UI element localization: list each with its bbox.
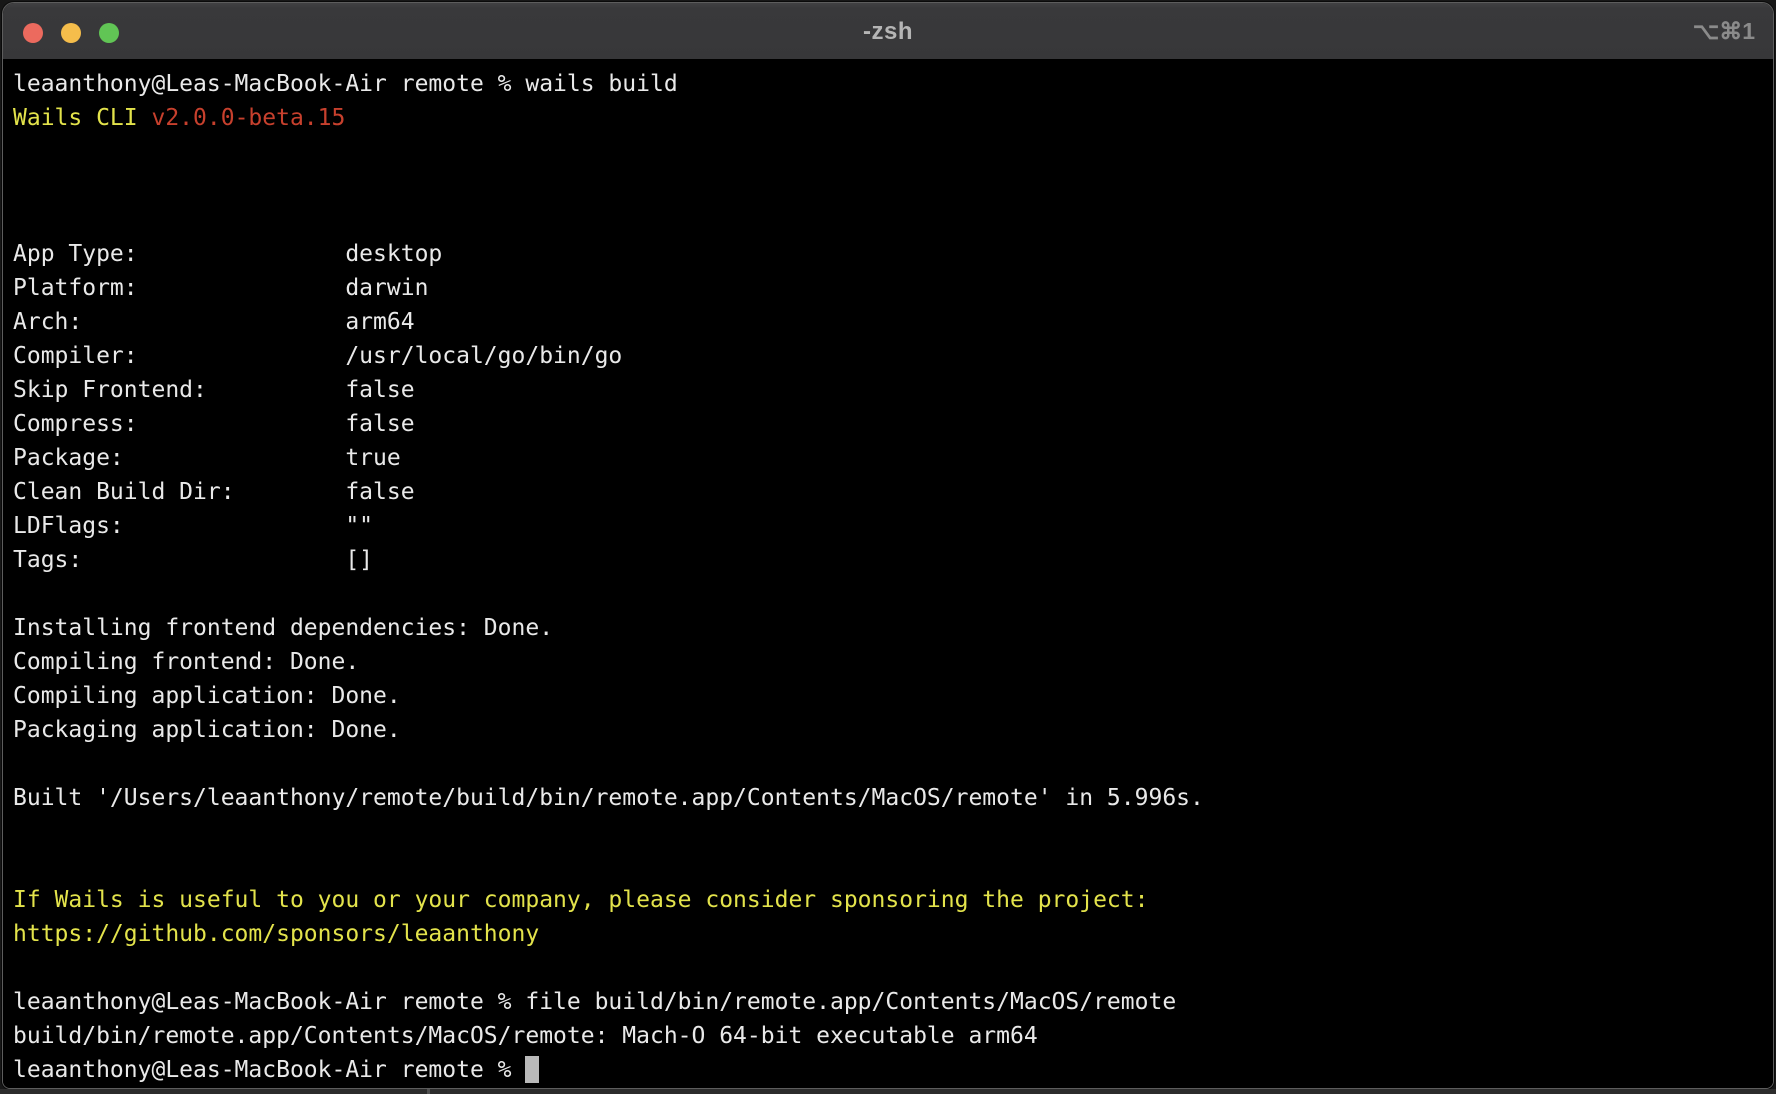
terminal-text-segment: Compiling frontend: Done. <box>13 649 359 675</box>
terminal-line: Compiler: /usr/local/go/bin/go <box>13 339 1773 373</box>
terminal-text-segment: If Wails is useful to you or your compan… <box>13 887 1148 913</box>
terminal-text-segment: v2.0.0-beta.15 <box>151 105 345 131</box>
terminal-line: LDFlags: "" <box>13 509 1773 543</box>
terminal-text-segment: Package: true <box>13 445 401 471</box>
terminal-text-segment: build/bin/remote.app/Contents/MacOS/remo… <box>13 1023 1038 1049</box>
terminal-line: leaanthony@Leas-MacBook-Air remote % fil… <box>13 985 1773 1019</box>
terminal-line: https://github.com/sponsors/leaanthony <box>13 917 1773 951</box>
terminal-line: Compiling frontend: Done. <box>13 645 1773 679</box>
terminal-text-segment: Built '/Users/leaanthony/remote/build/bi… <box>13 785 1204 811</box>
terminal-line <box>13 577 1773 611</box>
terminal-line: Built '/Users/leaanthony/remote/build/bi… <box>13 781 1773 815</box>
terminal-text-segment: Arch: arm64 <box>13 309 415 335</box>
terminal-line <box>13 951 1773 985</box>
terminal-line <box>13 849 1773 883</box>
terminal-line <box>13 815 1773 849</box>
window-title: -zsh <box>3 3 1773 60</box>
terminal-line: Skip Frontend: false <box>13 373 1773 407</box>
terminal-line: Arch: arm64 <box>13 305 1773 339</box>
terminal-text-segment: Clean Build Dir: false <box>13 479 415 505</box>
terminal-line: Wails CLI v2.0.0-beta.15 <box>13 101 1773 135</box>
terminal-text-segment: Compress: false <box>13 411 415 437</box>
background-window-edge <box>0 1089 1776 1094</box>
terminal-text-segment: Wails CLI <box>13 105 151 131</box>
terminal-line: Compress: false <box>13 407 1773 441</box>
terminal-text-segment: leaanthony@Leas-MacBook-Air remote % <box>13 1057 525 1083</box>
terminal-line: Installing frontend dependencies: Done. <box>13 611 1773 645</box>
terminal-text-segment: Compiler: /usr/local/go/bin/go <box>13 343 622 369</box>
terminal-line: If Wails is useful to you or your compan… <box>13 883 1773 917</box>
terminal-line: Packaging application: Done. <box>13 713 1773 747</box>
tab-shortcut-label: ⌥⌘1 <box>1693 3 1755 60</box>
titlebar[interactable]: -zsh ⌥⌘1 <box>3 3 1773 60</box>
terminal-line <box>13 747 1773 781</box>
terminal-line: Platform: darwin <box>13 271 1773 305</box>
terminal-text-segment: LDFlags: "" <box>13 513 373 539</box>
terminal-line: leaanthony@Leas-MacBook-Air remote % wai… <box>13 67 1773 101</box>
terminal-window: -zsh ⌥⌘1 leaanthony@Leas-MacBook-Air rem… <box>2 2 1774 1089</box>
terminal-line: leaanthony@Leas-MacBook-Air remote % <box>13 1053 1773 1087</box>
terminal-line: Compiling application: Done. <box>13 679 1773 713</box>
terminal-line <box>13 203 1773 237</box>
terminal-text-segment: Tags: [] <box>13 547 373 573</box>
text-cursor <box>525 1056 539 1083</box>
terminal-text-segment: leaanthony@Leas-MacBook-Air remote % fil… <box>13 989 1176 1015</box>
terminal-text-segment: https://github.com/sponsors/leaanthony <box>13 921 539 947</box>
background-window-divider <box>427 1089 430 1094</box>
terminal-text-segment: Skip Frontend: false <box>13 377 415 403</box>
terminal-text-segment: Installing frontend dependencies: Done. <box>13 615 553 641</box>
terminal-screen[interactable]: leaanthony@Leas-MacBook-Air remote % wai… <box>3 61 1773 1088</box>
terminal-line: build/bin/remote.app/Contents/MacOS/remo… <box>13 1019 1773 1053</box>
terminal-text-segment: Platform: darwin <box>13 275 428 301</box>
terminal-text-segment: App Type: desktop <box>13 241 442 267</box>
terminal-line: Clean Build Dir: false <box>13 475 1773 509</box>
terminal-line: Tags: [] <box>13 543 1773 577</box>
terminal-text-segment: leaanthony@Leas-MacBook-Air remote % wai… <box>13 71 678 97</box>
terminal-text-segment: Compiling application: Done. <box>13 683 401 709</box>
terminal-text-segment: Packaging application: Done. <box>13 717 401 743</box>
terminal-line: Package: true <box>13 441 1773 475</box>
terminal-line <box>13 169 1773 203</box>
terminal-line <box>13 135 1773 169</box>
terminal-line: App Type: desktop <box>13 237 1773 271</box>
